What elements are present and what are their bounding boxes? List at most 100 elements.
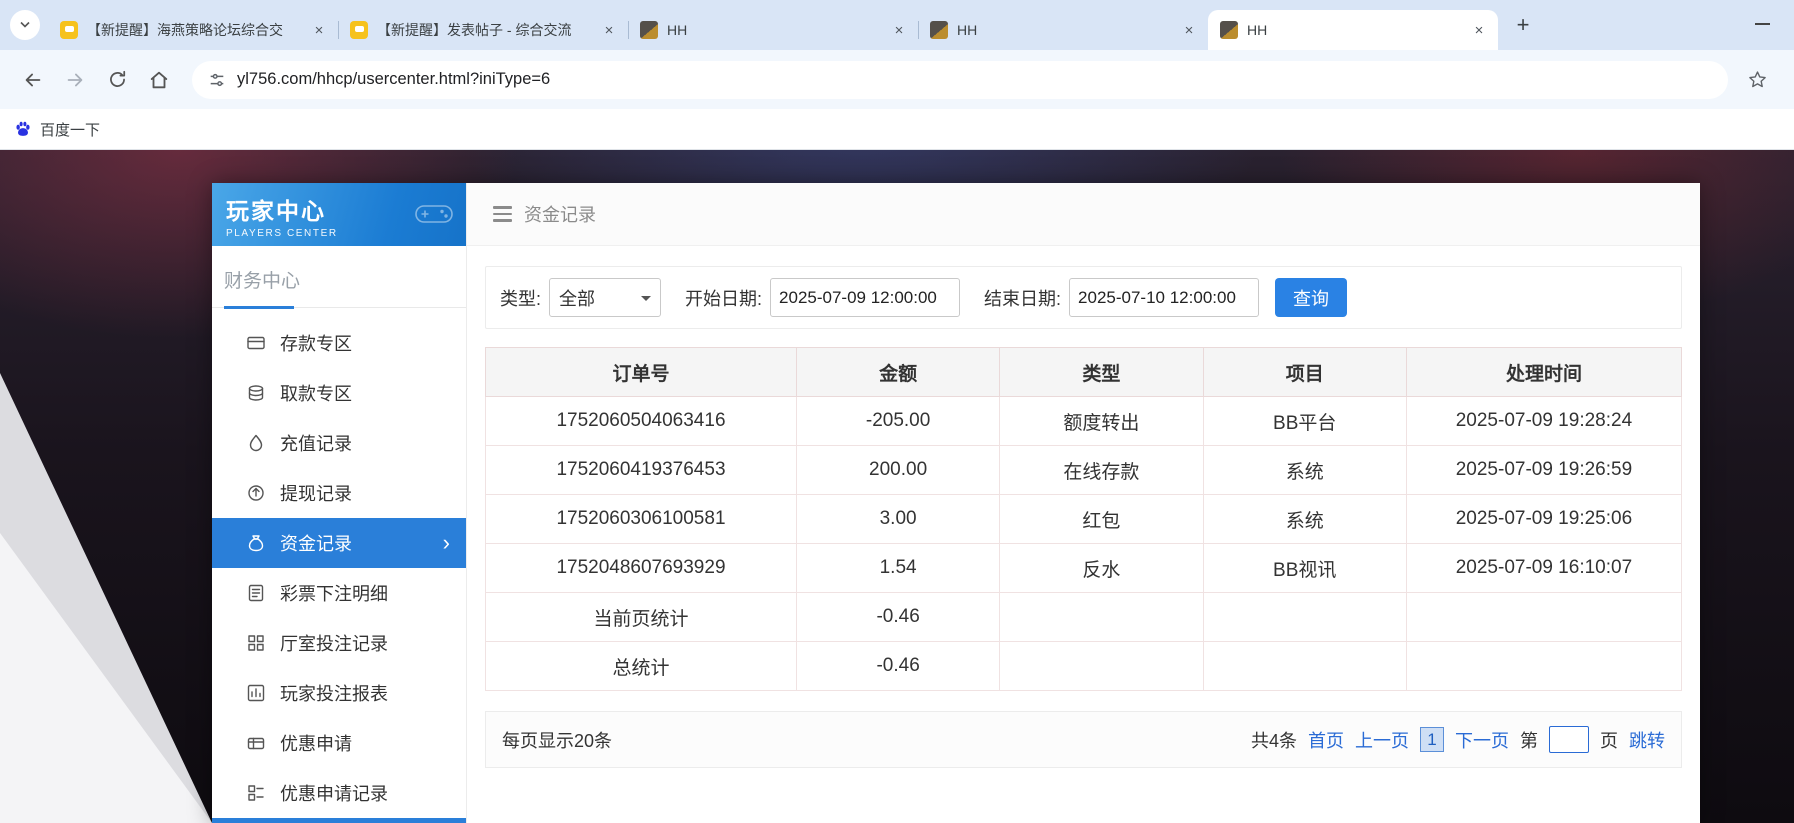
table-cell: 系统 — [1203, 446, 1406, 495]
sidebar-item-promo[interactable]: 优惠申请 — [212, 718, 466, 768]
per-page-label: 每页显示20条 — [502, 727, 612, 753]
table-cell: 200.00 — [796, 446, 999, 495]
star-icon — [1747, 69, 1768, 90]
table-header-cell: 订单号 — [486, 348, 797, 397]
end-date-input[interactable] — [1069, 278, 1259, 317]
table-cell — [1000, 593, 1203, 642]
goto-suffix: 页 — [1600, 727, 1618, 753]
hh-favicon-icon — [640, 21, 658, 39]
type-label: 类型: — [500, 285, 541, 311]
type-select[interactable]: 全部 — [549, 278, 661, 317]
table-cell: 反水 — [1000, 544, 1203, 593]
tab-close-icon[interactable]: × — [1470, 21, 1488, 39]
table-row: 总统计-0.46 — [486, 642, 1682, 691]
url-text: yl756.com/hhcp/usercenter.html?iniType=6 — [237, 70, 550, 89]
table-cell: BB平台 — [1203, 397, 1406, 446]
sidebar-item-recharge[interactable]: 充值记录 — [212, 418, 466, 468]
chevron-right-icon: › — [443, 532, 450, 554]
goto-prefix: 第 — [1520, 727, 1538, 753]
tab-title: 【新提醒】海燕策略论坛综合交 — [87, 20, 304, 40]
table-cell: 1752060419376453 — [486, 446, 797, 495]
back-arrow-icon — [22, 69, 44, 91]
hh-favicon-icon — [1220, 21, 1238, 39]
table-cell — [1203, 642, 1406, 691]
sidebar-item-funds[interactable]: 资金记录 › — [212, 518, 466, 568]
table-cell — [1406, 642, 1681, 691]
table-cell: 1752048607693929 — [486, 544, 797, 593]
table-cell: 3.00 — [796, 495, 999, 544]
tab-close-icon[interactable]: × — [600, 21, 618, 39]
browser-tab[interactable]: 【新提醒】发表帖子 - 综合交流 × — [338, 10, 628, 50]
menu-icon — [493, 206, 512, 222]
browser-toolbar: yl756.com/hhcp/usercenter.html?iniType=6 — [0, 50, 1794, 109]
window-minimize-button[interactable] — [1755, 23, 1770, 25]
table-cell: 额度转出 — [1000, 397, 1203, 446]
browser-tab[interactable]: HH × — [918, 10, 1208, 50]
tab-close-icon[interactable]: × — [1180, 21, 1198, 39]
pagination-controls: 共4条 首页 上一页 1 下一页 第 页 跳转 — [1251, 726, 1665, 753]
browser-tab[interactable]: HH × — [628, 10, 918, 50]
filter-bar: 类型: 全部 开始日期: 结束日期: 查询 — [485, 266, 1682, 329]
sidebar-item-cashout[interactable]: 提现记录 — [212, 468, 466, 518]
recharge-icon — [246, 433, 266, 453]
site-settings-icon[interactable] — [208, 71, 226, 89]
table-header-cell: 类型 — [1000, 348, 1203, 397]
first-page-link[interactable]: 首页 — [1308, 727, 1344, 753]
table-cell: BB视讯 — [1203, 544, 1406, 593]
sidebar-item-deposit[interactable]: 存款专区 — [212, 318, 466, 368]
table-header-cell: 项目 — [1203, 348, 1406, 397]
type-select-value: 全部 — [559, 285, 595, 311]
url-bar[interactable]: yl756.com/hhcp/usercenter.html?iniType=6 — [192, 61, 1728, 99]
sidebar-item-label: 玩家投注报表 — [280, 680, 388, 706]
pagination-bar: 每页显示20条 共4条 首页 上一页 1 下一页 第 页 跳转 — [485, 711, 1682, 768]
tab-close-icon[interactable]: × — [310, 21, 328, 39]
current-page-indicator: 1 — [1420, 727, 1444, 752]
tab-title: HH — [957, 22, 1174, 38]
search-button[interactable]: 查询 — [1275, 278, 1347, 317]
tab-close-icon[interactable]: × — [890, 21, 908, 39]
chat-favicon-icon — [350, 21, 368, 39]
sidebar-item-lottery[interactable]: 彩票下注明细 — [212, 568, 466, 618]
table-cell — [1203, 593, 1406, 642]
sidebar-item-withdraw[interactable]: 取款专区 — [212, 368, 466, 418]
prev-page-link[interactable]: 上一页 — [1355, 727, 1409, 753]
table-cell: 当前页统计 — [486, 593, 797, 642]
start-date-input[interactable] — [770, 278, 960, 317]
browser-tab[interactable]: HH × — [1208, 10, 1498, 50]
baidu-favicon-icon — [14, 120, 32, 138]
table-cell: 1752060504063416 — [486, 397, 797, 446]
jump-link[interactable]: 跳转 — [1629, 727, 1665, 753]
table-row: 当前页统计-0.46 — [486, 593, 1682, 642]
table-cell: -205.00 — [796, 397, 999, 446]
sidebar-item-promo-record[interactable]: 优惠申请记录 — [212, 768, 466, 818]
gamepad-icon — [412, 197, 456, 234]
reload-button[interactable] — [98, 61, 136, 99]
browser-tab[interactable]: 【新提醒】海燕策略论坛综合交 × — [48, 10, 338, 50]
next-page-link[interactable]: 下一页 — [1455, 727, 1509, 753]
sidebar-item-partial[interactable] — [212, 818, 466, 823]
funds-icon — [246, 533, 266, 553]
tab-list: 【新提醒】海燕策略论坛综合交 × 【新提醒】发表帖子 - 综合交流 × HH ×… — [48, 10, 1498, 50]
tab-search-button[interactable] — [10, 10, 40, 40]
bookmark-baidu[interactable]: 百度一下 — [14, 119, 100, 140]
sidebar-item-label: 优惠申请记录 — [280, 780, 388, 806]
table-cell: 1752060306100581 — [486, 495, 797, 544]
home-button[interactable] — [140, 61, 178, 99]
promo-icon — [246, 733, 266, 753]
table-row: 17520603061005813.00红包系统2025-07-09 19:25… — [486, 495, 1682, 544]
sidebar-item-label: 存款专区 — [280, 330, 352, 356]
table-cell: 在线存款 — [1000, 446, 1203, 495]
end-date-label: 结束日期: — [984, 285, 1061, 311]
sidebar-item-hall[interactable]: 厅室投注记录 — [212, 618, 466, 668]
table-cell: -0.46 — [796, 642, 999, 691]
tab-title: HH — [1247, 22, 1464, 38]
back-button[interactable] — [14, 61, 52, 99]
promo-record-icon — [246, 783, 266, 803]
bookmark-star-button[interactable] — [1738, 61, 1776, 99]
sidebar-item-report[interactable]: 玩家投注报表 — [212, 668, 466, 718]
new-tab-button[interactable]: + — [1508, 10, 1538, 40]
page-jump-input[interactable] — [1549, 726, 1589, 753]
page-header: 资金记录 — [467, 183, 1700, 246]
forward-button[interactable] — [56, 61, 94, 99]
table-cell: 2025-07-09 19:25:06 — [1406, 495, 1681, 544]
